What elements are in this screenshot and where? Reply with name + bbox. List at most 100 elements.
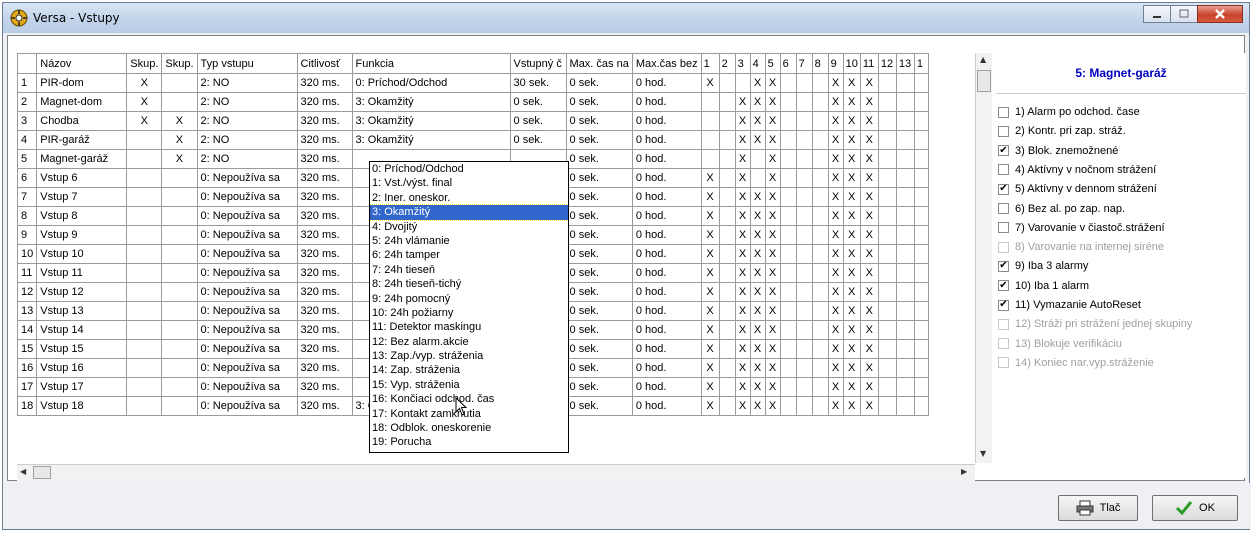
cell-typ[interactable]: 0: Nepoužíva sa [196,282,298,302]
zone-cell[interactable] [811,358,829,378]
cell-name[interactable]: Magnet-garáž [36,149,128,169]
column-header[interactable]: 4 [749,53,766,74]
cell-max1[interactable]: 0 sek. [565,225,633,245]
cell-fun[interactable]: 3: Okamžitý [351,92,511,112]
cell-typ[interactable]: 2: NO [196,149,298,169]
zone-cell[interactable] [913,263,929,283]
zone-cell[interactable]: X [859,225,879,245]
zone-cell[interactable] [718,282,736,302]
cell-s1[interactable] [126,396,163,416]
zone-cell[interactable] [895,225,915,245]
checkbox-checked-icon[interactable]: ✔ [998,183,1009,195]
cell-s2[interactable] [161,263,198,283]
zone-cell[interactable]: X [827,282,844,302]
zone-cell[interactable] [779,111,797,131]
zone-cell[interactable]: X [764,225,781,245]
zone-cell[interactable] [877,320,897,340]
zone-cell[interactable]: X [700,339,720,359]
cell-cit[interactable]: 320 ms. [296,206,353,226]
zone-cell[interactable]: X [734,130,751,150]
function-dropdown-list[interactable]: 0: Príchod/Odchod 1: Vst./výst. final 2: I… [369,161,569,453]
cell-s2[interactable] [161,244,198,264]
checkbox-checked-icon[interactable]: ✔ [998,299,1009,311]
table-row[interactable]: 1 PIR-dom X 2: NO 320 ms. 0: Príchod/Odchod 30… [17,73,929,93]
zone-cell[interactable] [811,149,829,169]
column-header[interactable]: 11 [859,53,879,74]
option-checkbox-row[interactable]: 1) Alarm po odchod. čase [998,103,1140,121]
zone-cell[interactable] [913,396,929,416]
cell-max1[interactable]: 0 sek. [565,244,633,264]
cell-max2[interactable]: 0 hod. [631,206,702,226]
dropdown-option[interactable]: 12: Bez alarm.akcie [370,335,568,349]
zone-cell[interactable] [913,149,929,169]
checkbox-unchecked-icon[interactable] [998,222,1009,234]
table-row[interactable]: 4 PIR-garáž X 2: NO 320 ms. 3: Okamžitý 0 sek.… [17,130,929,150]
zone-cell[interactable] [718,149,736,169]
zone-cell[interactable] [913,130,929,150]
zone-cell[interactable]: X [859,339,879,359]
zone-cell[interactable] [718,396,736,416]
zone-cell[interactable] [913,339,929,359]
zone-cell[interactable] [877,263,897,283]
zone-cell[interactable] [913,282,929,302]
zone-cell[interactable] [718,339,736,359]
zone-cell[interactable] [718,111,736,131]
option-checkbox-row[interactable]: ✔ 10) Iba 1 alarm [998,277,1089,295]
cell-cit[interactable]: 320 ms. [296,244,353,264]
column-header[interactable]: Max.čas bez [631,53,702,74]
zone-cell[interactable] [877,377,897,397]
cell-max1[interactable]: 0 sek. [565,206,633,226]
zone-cell[interactable]: X [764,263,781,283]
zone-cell[interactable] [895,244,915,264]
zone-cell[interactable] [811,263,829,283]
zone-cell[interactable] [877,244,897,264]
cell-s1[interactable] [126,263,163,283]
zone-cell[interactable]: X [859,206,879,226]
zone-cell[interactable] [811,92,829,112]
zone-cell[interactable] [877,130,897,150]
cell-typ[interactable]: 0: Nepoužíva sa [196,187,298,207]
cell-s1[interactable] [126,358,163,378]
zone-cell[interactable] [811,339,829,359]
zone-cell[interactable]: X [700,206,720,226]
zone-cell[interactable] [700,130,720,150]
zone-cell[interactable] [779,130,797,150]
cell-typ[interactable]: 0: Nepoužíva sa [196,301,298,321]
cell-max2[interactable]: 0 hod. [631,168,702,188]
cell-s2[interactable] [161,377,198,397]
zone-cell[interactable]: X [764,396,781,416]
zone-cell[interactable]: X [827,130,844,150]
cell-max1[interactable]: 0 sek. [565,187,633,207]
cell-s2[interactable] [161,301,198,321]
zone-cell[interactable] [877,396,897,416]
zone-cell[interactable]: X [749,282,766,302]
column-header[interactable]: Funkcia [351,53,511,74]
cell-max2[interactable]: 0 hod. [631,149,702,169]
zone-cell[interactable] [811,301,829,321]
cell-s2[interactable]: X [161,130,198,150]
zone-cell[interactable]: X [827,73,844,93]
zone-cell[interactable] [779,339,797,359]
cell-s1[interactable]: X [126,73,163,93]
cell-vst[interactable]: 0 sek. [509,92,567,112]
cell-cit[interactable]: 320 ms. [296,149,353,169]
zone-cell[interactable] [779,301,797,321]
zone-cell[interactable]: X [827,111,844,131]
zone-cell[interactable]: X [842,320,861,340]
cell-max2[interactable]: 0 hod. [631,244,702,264]
zone-cell[interactable]: X [827,396,844,416]
zone-cell[interactable]: X [749,187,766,207]
cell-s1[interactable] [126,320,163,340]
zone-cell[interactable]: X [827,168,844,188]
cell-typ[interactable]: 0: Nepoužíva sa [196,168,298,188]
zone-cell[interactable] [913,187,929,207]
zone-cell[interactable]: X [859,301,879,321]
zone-cell[interactable]: X [827,358,844,378]
zone-cell[interactable] [718,358,736,378]
zone-cell[interactable]: X [734,358,751,378]
cell-name[interactable]: Magnet-dom [36,92,128,112]
zone-cell[interactable] [877,358,897,378]
zone-cell[interactable]: X [842,301,861,321]
checkbox-unchecked-icon[interactable] [998,203,1009,214]
zone-cell[interactable] [779,396,797,416]
